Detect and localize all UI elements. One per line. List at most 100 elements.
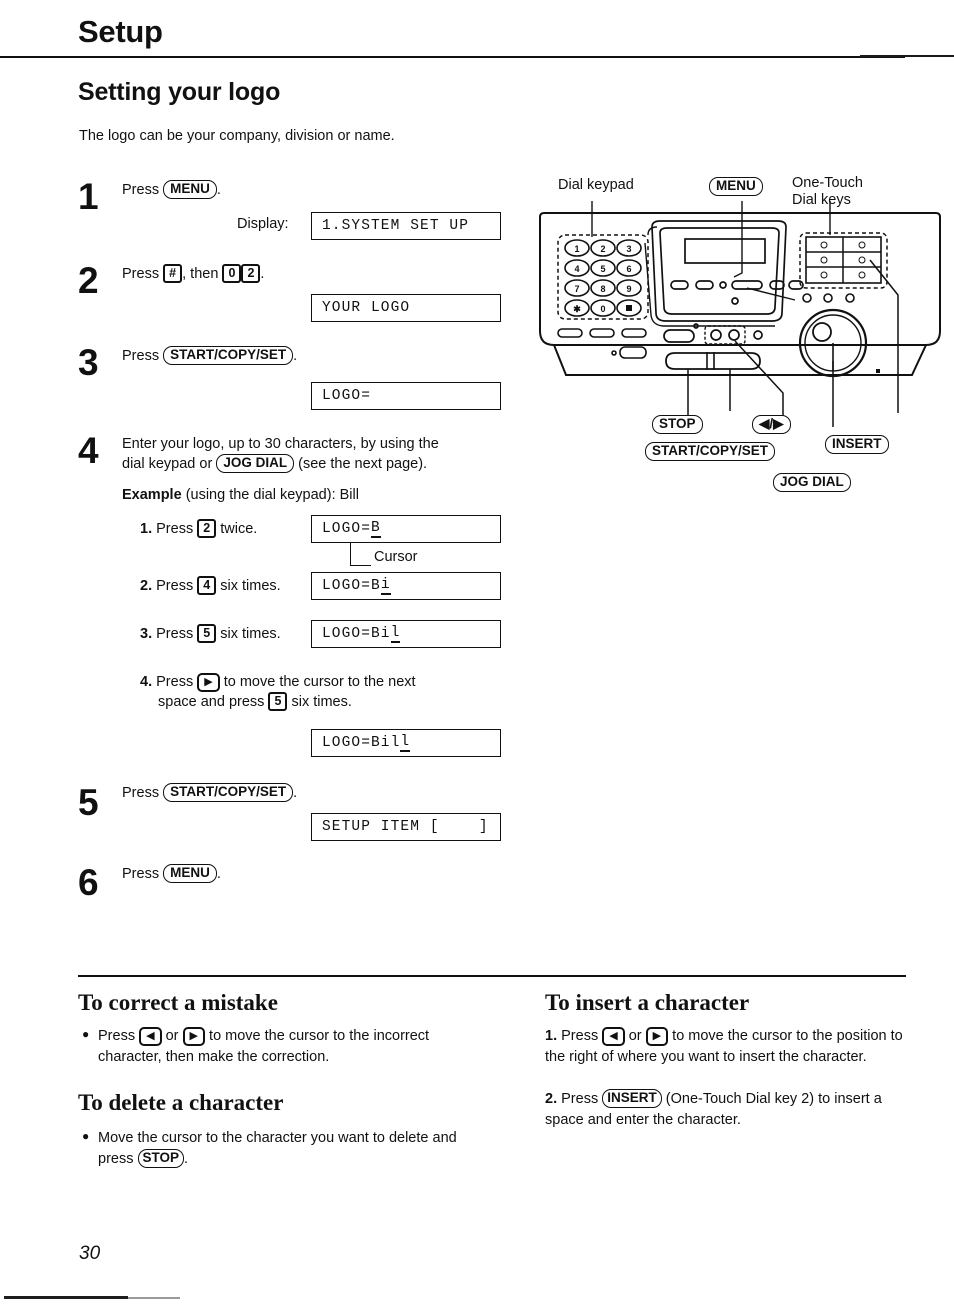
svg-text:9: 9 — [626, 284, 631, 294]
delete-line2-after: . — [184, 1151, 189, 1167]
lcd-display-2: YOUR LOGO — [311, 294, 501, 322]
digit-key-2-sub1[interactable]: 2 — [197, 519, 217, 538]
hash-key[interactable]: # — [163, 264, 183, 283]
insert-item2-after: (One-Touch Dial key 2) to — [665, 1091, 831, 1107]
insert-key[interactable]: INSERT — [602, 1089, 662, 1108]
callout-stop: STOP — [652, 415, 703, 434]
callout-arrow-keys: ◀/▶ — [752, 415, 791, 434]
substep-3-after: six times. — [220, 626, 281, 642]
bullet-delete: ● — [82, 1129, 90, 1143]
lcd-4c-cursor-char: l — [390, 625, 401, 643]
heading-delete-character: To delete a character — [78, 1090, 284, 1115]
step-2-press-label: Press — [122, 266, 160, 282]
digit-key-5-sub4[interactable]: 5 — [268, 692, 288, 711]
arrow-left-icon-insert[interactable]: ◀ — [602, 1027, 625, 1046]
step-5-press-label: Press — [122, 785, 160, 801]
menu-key[interactable]: MENU — [163, 180, 217, 199]
substep-2-num: 2. — [140, 578, 153, 594]
scan-edge-artifact-2 — [128, 1297, 180, 1299]
bullet-correct: ● — [82, 1027, 90, 1041]
substep-2-after: six times. — [220, 578, 281, 594]
step-1-press-label: Press — [122, 182, 160, 198]
arrow-right-icon-correct[interactable]: ▶ — [182, 1027, 206, 1046]
svg-text:1: 1 — [574, 244, 579, 254]
substep-4-before: Press — [156, 674, 194, 690]
svg-text:4: 4 — [574, 264, 579, 274]
digit-key-4-sub2[interactable]: 4 — [197, 576, 217, 595]
arrow-left-icon-callout: ◀ — [759, 416, 770, 431]
start-copy-set-key-5[interactable]: START/COPY/SET — [163, 783, 294, 802]
step-2-period: . — [260, 266, 265, 282]
svg-text:✱: ✱ — [573, 304, 581, 314]
step-5-period: . — [293, 785, 298, 801]
step-4-text: Enter your logo, up to 30 characters, by… — [122, 434, 522, 474]
callout-insert: INSERT — [825, 435, 889, 454]
arrow-right-icon-insert[interactable]: ▶ — [645, 1027, 669, 1046]
callout-jog-dial: JOG DIAL — [773, 473, 851, 492]
substep-3: 3. Press 5 six times. — [140, 624, 281, 644]
text-delete-character: Move the cursor to the character you wan… — [98, 1128, 488, 1170]
arrow-left-icon-correct[interactable]: ◀ — [139, 1027, 162, 1046]
callout-start-copy-set: START/COPY/SET — [645, 442, 776, 461]
digit-key-0[interactable]: 0 — [222, 264, 242, 283]
insert-item1-after: to move the cursor to the — [672, 1028, 833, 1044]
step-4-line1: Enter your logo, up to 30 characters, by… — [122, 436, 439, 452]
fax-machine-diagram: Dial keypad MENU One-Touch Dial keys 1 2… — [530, 165, 954, 505]
step-number-3: 3 — [78, 342, 99, 383]
correct-line1-before: Press — [98, 1028, 136, 1044]
step-1-text: Press MENU. — [122, 180, 221, 200]
substep-4: 4. Press ▶ to move the cursor to the nex… — [140, 672, 470, 712]
text-insert-item2: 2. Press INSERT (One-Touch Dial key 2) t… — [545, 1089, 915, 1131]
menu-key-6[interactable]: MENU — [163, 864, 217, 883]
text-correct-mistake: Press ◀ or ▶ to move the cursor to the i… — [98, 1026, 438, 1068]
step-4-line2a: dial keypad or — [122, 456, 213, 472]
arrow-right-icon-callout: ▶ — [773, 416, 784, 431]
step-number-5: 5 — [78, 782, 99, 823]
step-3-text: Press START/COPY/SET. — [122, 346, 297, 366]
svg-text:5: 5 — [600, 264, 605, 274]
step-5-text: Press START/COPY/SET. — [122, 783, 297, 803]
substep-3-before: Press — [156, 626, 194, 642]
cursor-leader-line — [350, 543, 371, 566]
insert-item1-num: 1. — [545, 1028, 558, 1044]
step-6-press-label: Press — [122, 866, 160, 882]
substep-1-num: 1. — [140, 521, 153, 537]
arrow-right-icon-sub4[interactable]: ▶ — [197, 673, 220, 692]
digit-key-5-sub3[interactable]: 5 — [197, 624, 217, 643]
step-4-line2b: (see the next page). — [298, 456, 428, 472]
substep-1: 1. Press 2 twice. — [140, 519, 257, 539]
svg-text:2: 2 — [600, 244, 605, 254]
svg-text:7: 7 — [574, 284, 579, 294]
start-copy-set-key[interactable]: START/COPY/SET — [163, 346, 294, 365]
example-label: Example — [122, 487, 182, 503]
correct-line1-after: to move the cursor to the — [209, 1028, 370, 1044]
correct-or: or — [165, 1028, 179, 1044]
step-3-press-label: Press — [122, 348, 160, 364]
step-2-text: Press #, then 02. — [122, 264, 264, 284]
step-3-period: . — [293, 348, 298, 364]
substep-3-num: 3. — [140, 626, 153, 642]
scan-edge-artifact — [4, 1296, 128, 1299]
lcd-4b-cursor-char: i — [380, 577, 391, 595]
lcd-4d-prefix: LOGO=Bil — [322, 735, 401, 751]
example-rest: (using the dial keypad): Bill — [185, 487, 359, 503]
substep-4-num: 4. — [140, 674, 153, 690]
lcd-4b-prefix: LOGO=B — [322, 578, 381, 594]
step-6-text: Press MENU. — [122, 864, 221, 884]
substep-2-before: Press — [156, 578, 194, 594]
insert-item1-before: Press — [561, 1028, 599, 1044]
svg-text:6: 6 — [626, 264, 631, 274]
lcd-display-4a: LOGO= B — [311, 515, 501, 543]
insert-item2-before: Press — [561, 1091, 599, 1107]
digit-key-2[interactable]: 2 — [241, 264, 261, 283]
bottom-divider — [78, 975, 906, 977]
substep-4-line2-before: space and press — [158, 694, 265, 710]
stop-key-delete[interactable]: STOP — [137, 1149, 185, 1168]
svg-text:0: 0 — [600, 304, 605, 314]
step-1-period: . — [216, 182, 221, 198]
insert-or: or — [628, 1028, 642, 1044]
jog-dial-key[interactable]: JOG DIAL — [216, 454, 295, 473]
header-divider-tail — [860, 55, 954, 57]
lcd-display-3: LOGO= — [311, 382, 501, 410]
insert-item1-line3: insert the character. — [739, 1049, 867, 1065]
